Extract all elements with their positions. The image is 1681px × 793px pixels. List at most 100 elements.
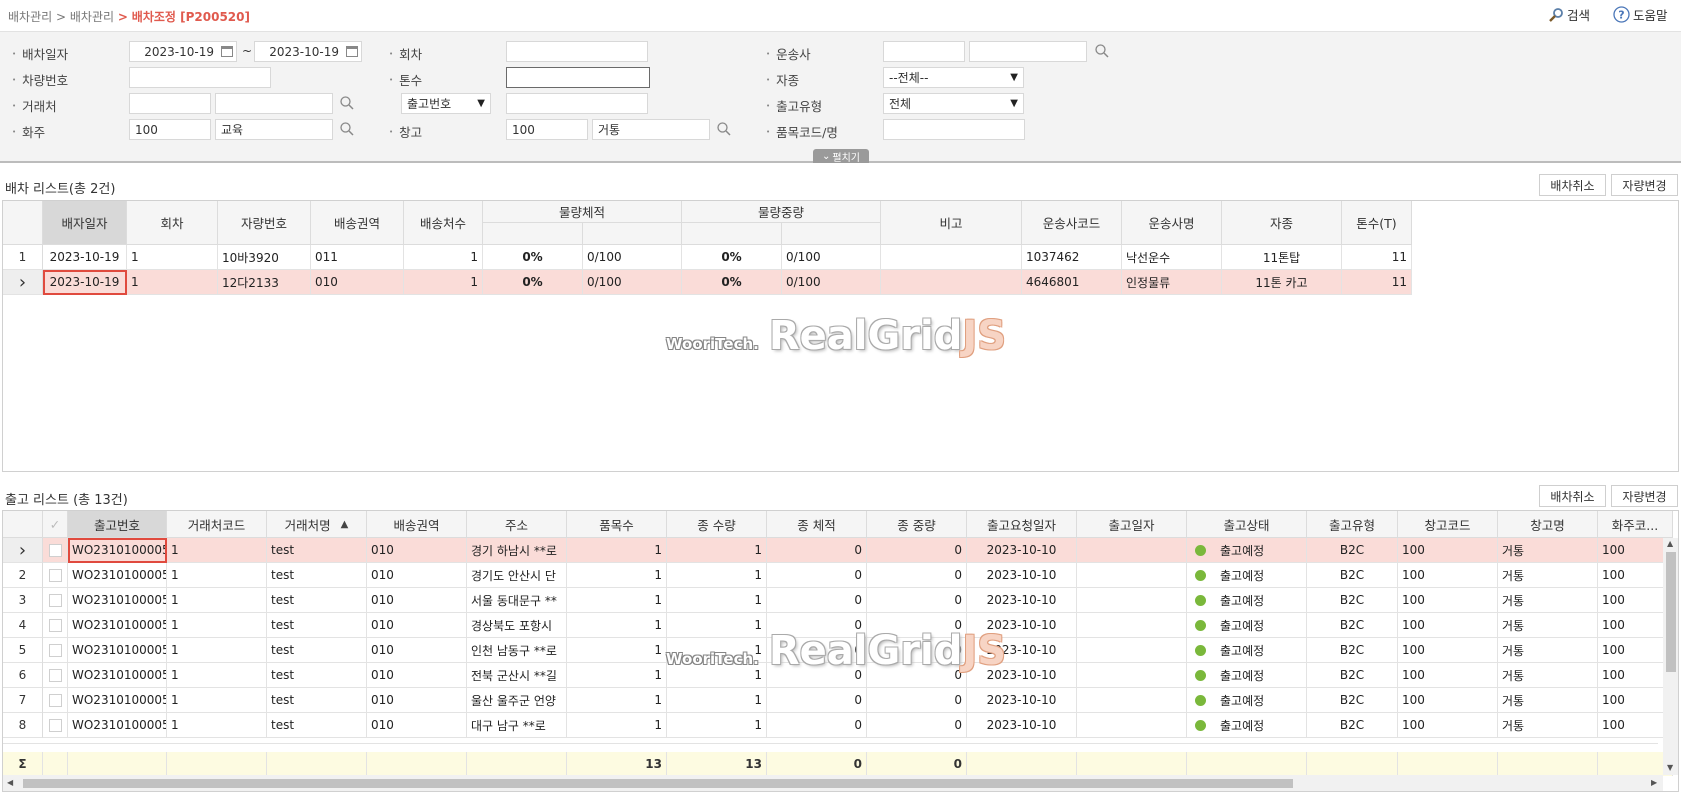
dispatch-cell-vehicle[interactable]: 12다2133 [218,270,311,295]
dispatch-cell-round[interactable]: 1 [127,270,218,295]
header-status[interactable]: 출고상태 [1187,511,1307,538]
row-checkbox[interactable] [43,638,68,663]
shipper-code-input[interactable]: 100 [129,119,211,140]
outbound-cell-type[interactable]: B2C [1307,538,1398,563]
outbound-cell-wc[interactable]: 100 [1398,713,1498,738]
breadcrumb-level1[interactable]: 배차관리 [8,10,52,24]
outbound-cell-cn[interactable]: test [267,563,367,588]
outbound-cell-status[interactable]: 출고예정 [1187,688,1307,713]
scroll-left-icon[interactable]: ◀ [7,778,13,787]
horizontal-scrollbar[interactable]: ◀ ▶ [3,775,1663,791]
outbound-vehicle-change-button[interactable]: 자량변경 [1611,485,1678,507]
outbound-cell-wn[interactable]: 거통 [1498,588,1598,613]
outbound-cell-qty[interactable]: 1 [667,638,767,663]
header-zone[interactable]: 배송권역 [367,511,467,538]
outbound-cell-type[interactable]: B2C [1307,638,1398,663]
outbound-cell-no[interactable]: WO2310100005 [68,638,167,663]
outbound-cell-items[interactable]: 1 [567,688,667,713]
vehicle-change-button[interactable]: 자량변경 [1611,174,1678,196]
outbound-cell-cc[interactable]: 1 [167,638,267,663]
carrier-name-input[interactable] [969,41,1087,62]
calendar-icon[interactable] [346,46,358,57]
row-checkbox[interactable] [43,563,68,588]
header-dest[interactable]: 배송처수 [404,201,483,245]
date-from-input[interactable]: 2023-10-19 [129,41,237,62]
outbound-cell-cn[interactable]: test [267,613,367,638]
checkbox[interactable] [48,718,62,732]
outbound-cell-vol[interactable]: 0 [767,713,867,738]
outbound-cell-qty[interactable]: 1 [667,613,767,638]
current-row-indicator-icon[interactable]: › [3,270,43,295]
outbound-no-input[interactable] [506,93,648,114]
checkbox[interactable] [48,568,62,582]
dispatch-cell-code[interactable]: 4646801 [1022,270,1122,295]
outbound-cell-wt[interactable]: 0 [867,663,967,688]
row-number[interactable]: 7 [3,688,43,713]
header-type[interactable]: 자종 [1222,201,1342,245]
dispatch-cell-wt_pct[interactable]: 0% [682,270,782,295]
vehicle-no-input[interactable] [129,67,271,88]
outbound-cell-qty[interactable]: 1 [667,688,767,713]
dispatch-cell-wt[interactable]: 0/100 [782,270,881,295]
outbound-cell-addr[interactable]: 전북 군산시 **길 [467,663,567,688]
outbound-cell-cn[interactable]: test [267,638,367,663]
outbound-cell-no[interactable]: WO2310100005 [68,588,167,613]
header-round[interactable]: 회차 [127,201,218,245]
outbound-cell-cc[interactable]: 1 [167,713,267,738]
header-date[interactable]: 배자일자 [43,201,127,245]
row-number[interactable]: 5 [3,638,43,663]
outbound-cell-req[interactable]: 2023-10-10 [967,563,1077,588]
outbound-cell-vol[interactable]: 0 [767,688,867,713]
outbound-cell-vol[interactable]: 0 [767,613,867,638]
outbound-cell-wc[interactable]: 100 [1398,563,1498,588]
outbound-cell-cn[interactable]: test [267,663,367,688]
header-vol[interactable]: 종 체적 [767,511,867,538]
row-checkbox[interactable] [43,588,68,613]
outbound-cell-out[interactable] [1077,713,1187,738]
outbound-cell-out[interactable] [1077,588,1187,613]
outbound-cell-no[interactable]: WO2310100005 [68,688,167,713]
outbound-cell-qty[interactable]: 1 [667,563,767,588]
outbound-cell-wn[interactable]: 거통 [1498,538,1598,563]
row-checkbox[interactable] [43,613,68,638]
client-code-input[interactable] [129,93,211,114]
outbound-cell-zone[interactable]: 010 [367,538,467,563]
header-carrier[interactable]: 운송사명 [1122,201,1222,245]
dispatch-cell-ton[interactable]: 11 [1342,270,1412,295]
breadcrumb-level2[interactable]: 배차관리 [70,10,114,24]
warehouse-name-input[interactable]: 거통 [592,119,710,140]
shipper-name-input[interactable]: 교육 [215,119,333,140]
outbound-cell-wc[interactable]: 100 [1398,663,1498,688]
outbound-cell-vol[interactable]: 0 [767,588,867,613]
outbound-cell-zone[interactable]: 010 [367,638,467,663]
outbound-cell-type[interactable]: B2C [1307,663,1398,688]
outbound-cell-req[interactable]: 2023-10-10 [967,688,1077,713]
current-row-indicator-icon[interactable]: › [3,538,43,563]
outbound-cell-out[interactable] [1077,613,1187,638]
outbound-cell-items[interactable]: 1 [567,638,667,663]
vertical-scroll-thumb[interactable] [1666,552,1676,672]
dispatch-cell-vol_pct[interactable]: 0% [483,270,583,295]
header-vehicle[interactable]: 자량번호 [218,201,311,245]
outbound-cell-cc[interactable]: 1 [167,613,267,638]
checkbox[interactable] [48,593,62,607]
outbound-cell-out[interactable] [1077,638,1187,663]
row-number[interactable]: 2 [3,563,43,588]
outbound-cell-wc[interactable]: 100 [1398,588,1498,613]
outbound-cell-addr[interactable]: 경상북도 포항시 [467,613,567,638]
outbound-cell-no[interactable]: WO2310100005 [68,663,167,688]
row-number[interactable]: 6 [3,663,43,688]
outbound-cell-items[interactable]: 1 [567,588,667,613]
scroll-down-icon[interactable]: ▼ [1667,763,1673,772]
dispatch-cell-vol[interactable]: 0/100 [583,245,682,270]
item-code-input[interactable] [883,119,1025,140]
outbound-cell-req[interactable]: 2023-10-10 [967,638,1077,663]
header-out[interactable]: 출고일자 [1077,511,1187,538]
warehouse-code-input[interactable]: 100 [506,119,588,140]
checkbox[interactable] [48,643,62,657]
outbound-cell-status[interactable]: 출고예정 [1187,538,1307,563]
outbound-cell-req[interactable]: 2023-10-10 [967,663,1077,688]
carrier-search-icon[interactable] [1094,43,1110,59]
outbound-cell-zone[interactable]: 010 [367,613,467,638]
outbound-cell-wn[interactable]: 거통 [1498,663,1598,688]
